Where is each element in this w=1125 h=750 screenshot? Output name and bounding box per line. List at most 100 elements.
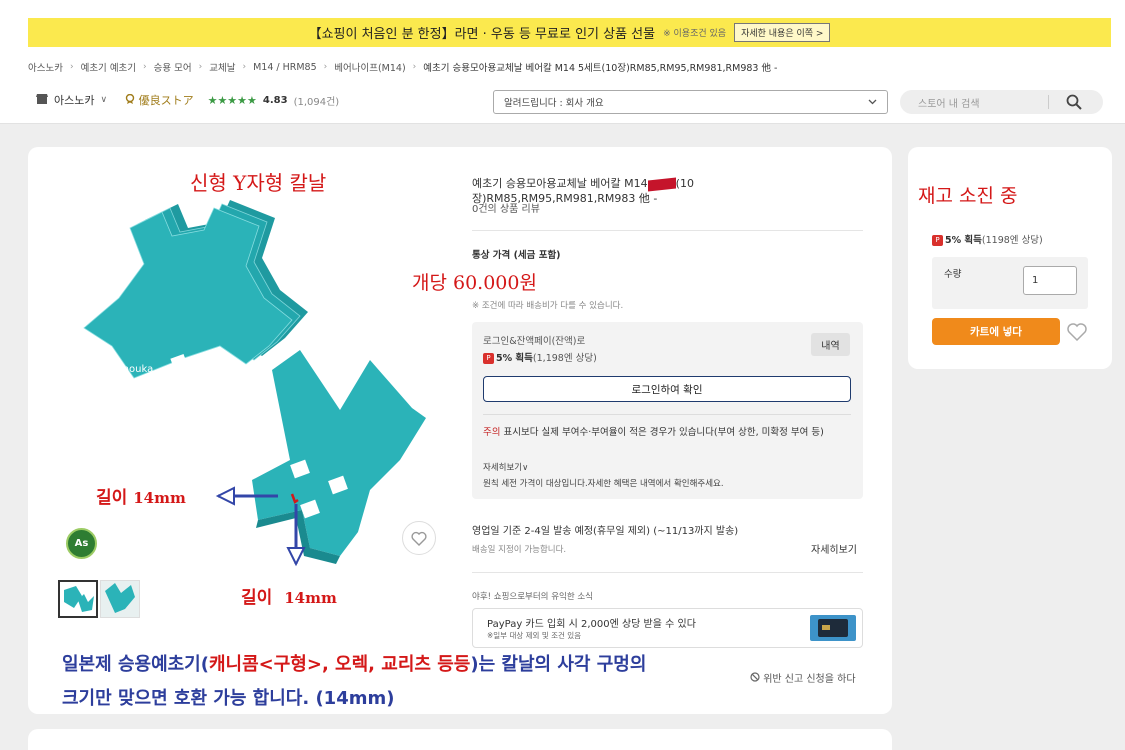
breadcrumb-item[interactable]: 베어나이프(M14): [334, 60, 405, 74]
paypay-promo-title: PayPay 카드 입회 시 2,000엔 상당 받을 수 있다: [487, 619, 696, 630]
chevron-down-icon: ∨: [522, 463, 529, 473]
compat-caption-line-2: 크기만 맞으면 호환 가능 합니다. (14mm): [62, 688, 395, 709]
search-divider: [1048, 95, 1049, 109]
heart-icon: [411, 531, 427, 546]
reward-detail: (1198엔 상당): [981, 235, 1043, 246]
length-value: 14mm: [284, 589, 337, 607]
divider: [472, 572, 863, 573]
breadcrumb-separator-icon: ›: [143, 62, 147, 72]
breadcrumb-separator-icon: ›: [198, 62, 203, 72]
store-info: 아스노카 ∨ 優良ストア ★★★★★ 4.83 (1,094건): [36, 92, 339, 108]
caution-details-link[interactable]: 자세히보기∨: [483, 461, 528, 473]
review-link[interactable]: 0건의 상품 리뷰: [472, 200, 540, 215]
banner-details-button[interactable]: 자세한 내용은 이쪽 >: [734, 23, 831, 42]
thumbnail-2[interactable]: [100, 580, 140, 618]
product-image[interactable]: asunouka: [40, 160, 460, 580]
y-blade: [252, 350, 426, 564]
compat-caption-line-1: 일본제 승용예초기(캐니콤<구형>, 오렉, 교리츠 등등)는 칼날의 사각 구…: [62, 650, 646, 676]
delivery-date-note: 배송일 지정이 가능합니다.: [472, 545, 567, 555]
search-placeholder: 스토어 내 검색: [918, 98, 980, 110]
login-confirm-button[interactable]: 로그인하여 확인: [483, 376, 851, 402]
heart-icon: [1067, 323, 1087, 342]
store-name[interactable]: 아스노카: [54, 92, 94, 108]
notice-dropdown[interactable]: 알려드립니다 : 회사 개요: [493, 90, 888, 114]
quantity-label: 수량: [944, 269, 962, 280]
caution-label: 주의: [483, 427, 501, 438]
paypay-promo-note: ※일부 대상 제외 및 조건 있음: [487, 631, 582, 640]
promo-banner[interactable]: 【쇼핑이 처음인 분 한정】라면 · 우동 등 무료로 인기 상품 선물 ※ 이…: [28, 18, 1111, 47]
reward-text: 5% 획득: [496, 353, 533, 364]
history-button[interactable]: 내역: [811, 333, 850, 356]
prohibited-icon: [750, 672, 763, 685]
breadcrumb-separator-icon: ›: [69, 62, 74, 72]
quantity-input[interactable]: 1: [1023, 266, 1077, 295]
side-points: P 5% 획득(1198엔 상당): [932, 232, 1043, 246]
side-favorite-button[interactable]: [1067, 323, 1087, 344]
brand-logo: As: [66, 528, 97, 559]
chevron-down-icon: [868, 97, 877, 108]
report-violation-link[interactable]: 위반 신고 신청을 하다: [750, 670, 856, 685]
rating-value: 4.83: [262, 94, 288, 106]
breadcrumb-separator-icon: ›: [242, 62, 247, 72]
points-footnote: 원칙 세전 가격이 대상입니다.자세한 혜택은 내역에서 확인해주세요.: [483, 479, 724, 489]
redaction-mark: [647, 177, 676, 191]
chevron-down-icon[interactable]: ∨: [100, 95, 107, 105]
rating-stars: ★★★★★: [207, 93, 257, 107]
search-icon[interactable]: [1066, 94, 1082, 113]
divider: [472, 230, 863, 231]
paypay-icon: P: [932, 235, 943, 246]
paypay-icon: P: [483, 353, 494, 364]
breadcrumb: 아스노카 › 예초기 예초기 › 승용 모어 › 교체날 › M14 / HRM85 › …: [28, 60, 778, 75]
favorite-button[interactable]: [402, 521, 436, 555]
caution-body: 표시보다 실제 부여수·부여율이 적은 경우가 있습니다(부여 상한, 미확정 …: [503, 427, 824, 438]
caution-text: 주의 표시보다 실제 부여수·부여율이 적은 경우가 있습니다(부여 상한, 미…: [483, 426, 851, 439]
next-section-card: [28, 729, 892, 750]
price-label: 통상 가격 (세금 포함): [472, 250, 561, 261]
breadcrumb-separator-icon: ›: [323, 62, 328, 72]
breadcrumb-item[interactable]: M14 / HRM85: [253, 62, 317, 73]
reward-detail: (1,198엔 상당): [532, 353, 597, 364]
badge-icon: [125, 93, 135, 104]
breadcrumb-item[interactable]: 아스노카: [28, 60, 63, 74]
breadcrumb-item[interactable]: 예초기 예초기: [81, 60, 136, 74]
store-search-input[interactable]: 스토어 내 검색: [900, 90, 1103, 114]
banner-note: ※ 이용조건 있음: [663, 29, 727, 39]
good-store-label: 優良ストア: [138, 94, 194, 107]
divider: [483, 414, 851, 415]
thumbnail-1[interactable]: [58, 580, 98, 618]
length-value: 14mm: [133, 489, 186, 507]
breadcrumb-item[interactable]: 교체날: [209, 60, 235, 74]
points-title: 로그인&잔액페이(잔액)로: [483, 336, 586, 347]
reward-text: 5% 획득: [945, 235, 982, 246]
banner-text: 【쇼핑이 처음인 분 한정】라면 · 우동 등 무료로 인기 상품 선물: [308, 27, 656, 42]
report-text: 위반 신고 신청을 하다: [763, 674, 856, 685]
notice-text: 알려드립니다 : 회사 개요: [504, 98, 604, 109]
caption-part: )는 칼날의 사각 구멍의: [470, 654, 647, 675]
caption-part: 일본제 승용예초기(: [62, 654, 209, 675]
breadcrumb-item[interactable]: 승용 모어: [154, 60, 192, 74]
overlay-price: 개당 60.000원: [412, 272, 537, 294]
shipping-details-link[interactable]: 자세히보기: [811, 541, 857, 556]
shipping-cost-note: ※ 조건에 따라 배송비가 다를 수 있습니다.: [472, 301, 624, 311]
length-word: 길이: [96, 488, 128, 508]
points-reward: P 5% 획득(1,198엔 상당): [483, 350, 597, 364]
add-to-cart-button[interactable]: 카트에 넣다: [932, 318, 1060, 345]
details-link-text: 자세히보기: [483, 463, 523, 473]
stock-status: 재고 소진 중: [918, 185, 1018, 207]
breadcrumb-current: 예초기 승용모아용교체날 베어칼 M14 5세트(10장)RM85,RM95,R…: [423, 63, 778, 74]
shipping-schedule: 영업일 기준 2-4일 발송 예정(휴무일 제외) (~11/13까지 발송): [472, 526, 739, 537]
length-label-horizontal: 길이 14mm: [96, 483, 186, 508]
length-label-vertical: 길이 14mm: [241, 583, 337, 608]
store-icon: [36, 93, 48, 107]
paypay-card-icon: [810, 615, 856, 641]
length-word: 길이: [241, 588, 273, 608]
title-part: 예초기 승용모아용교체날 베어칼 M14: [472, 177, 648, 190]
rating-count[interactable]: (1,094건): [294, 93, 340, 108]
breadcrumb-separator-icon: ›: [412, 62, 417, 72]
watermark-text: asunouka: [105, 364, 153, 375]
caption-highlight: 캐니콤<구형>, 오렉, 교리츠 등등: [208, 654, 471, 675]
points-box: [472, 322, 863, 499]
good-store-badge: 優良ストア: [125, 92, 194, 108]
overlay-headline: 신형 Y자형 칼날: [190, 171, 327, 195]
promo-heading: 야후! 쇼핑으로부터의 유익한 소식: [472, 592, 593, 602]
